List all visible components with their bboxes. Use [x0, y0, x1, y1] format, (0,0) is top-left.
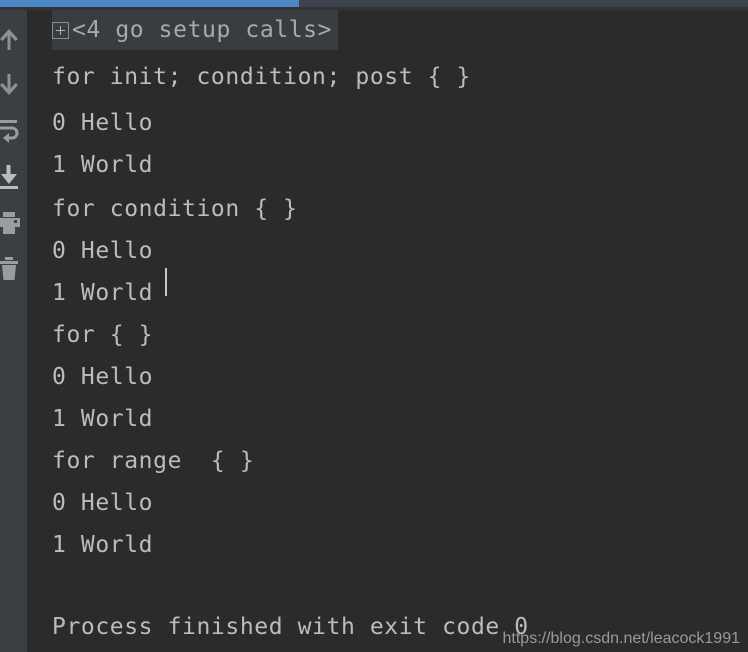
- console-line: for { }: [52, 322, 154, 348]
- text-caret: [165, 268, 167, 296]
- folded-region-row[interactable]: <4 go setup calls>: [52, 10, 339, 50]
- console-line: for condition { }: [52, 196, 298, 222]
- soft-wrap-icon: [0, 118, 21, 144]
- scroll-to-end-button[interactable]: [0, 154, 22, 200]
- progress-bar-fill: [0, 0, 300, 7]
- watermark-url: https://blog.csdn.net/leacock1991: [502, 630, 741, 647]
- print-button[interactable]: [0, 200, 22, 246]
- console-line: 1 World: [52, 152, 154, 178]
- console-line: 1 World: [52, 406, 154, 432]
- folded-region-label[interactable]: <4 go setup calls>: [72, 10, 332, 50]
- up-arrow-button[interactable]: [0, 16, 22, 62]
- console-line: 0 Hello: [52, 364, 154, 390]
- console-line: 0 Hello: [52, 110, 154, 136]
- print-icon: [0, 211, 21, 235]
- trash-icon: [0, 256, 20, 282]
- scroll-to-end-icon: [0, 164, 20, 190]
- console-output-area[interactable]: <4 go setup calls> for init; condition; …: [27, 10, 748, 652]
- console-line: 1 World: [52, 280, 154, 306]
- down-arrow-icon: [0, 72, 20, 98]
- console-line: for range { }: [52, 448, 255, 474]
- down-arrow-button[interactable]: [0, 62, 22, 108]
- up-arrow-icon: [0, 26, 20, 52]
- expand-plus-icon[interactable]: [52, 21, 69, 39]
- soft-wrap-button[interactable]: [0, 108, 22, 154]
- console-line: for init; condition; post { }: [52, 64, 471, 90]
- console-line: 0 Hello: [52, 238, 154, 264]
- console-toolbar: [0, 10, 27, 652]
- console-line: 1 World: [52, 532, 154, 558]
- console-line: Process finished with exit code 0: [52, 614, 529, 640]
- progress-bar-track: [0, 0, 748, 7]
- console-line: 0 Hello: [52, 490, 154, 516]
- clear-all-button[interactable]: [0, 246, 22, 292]
